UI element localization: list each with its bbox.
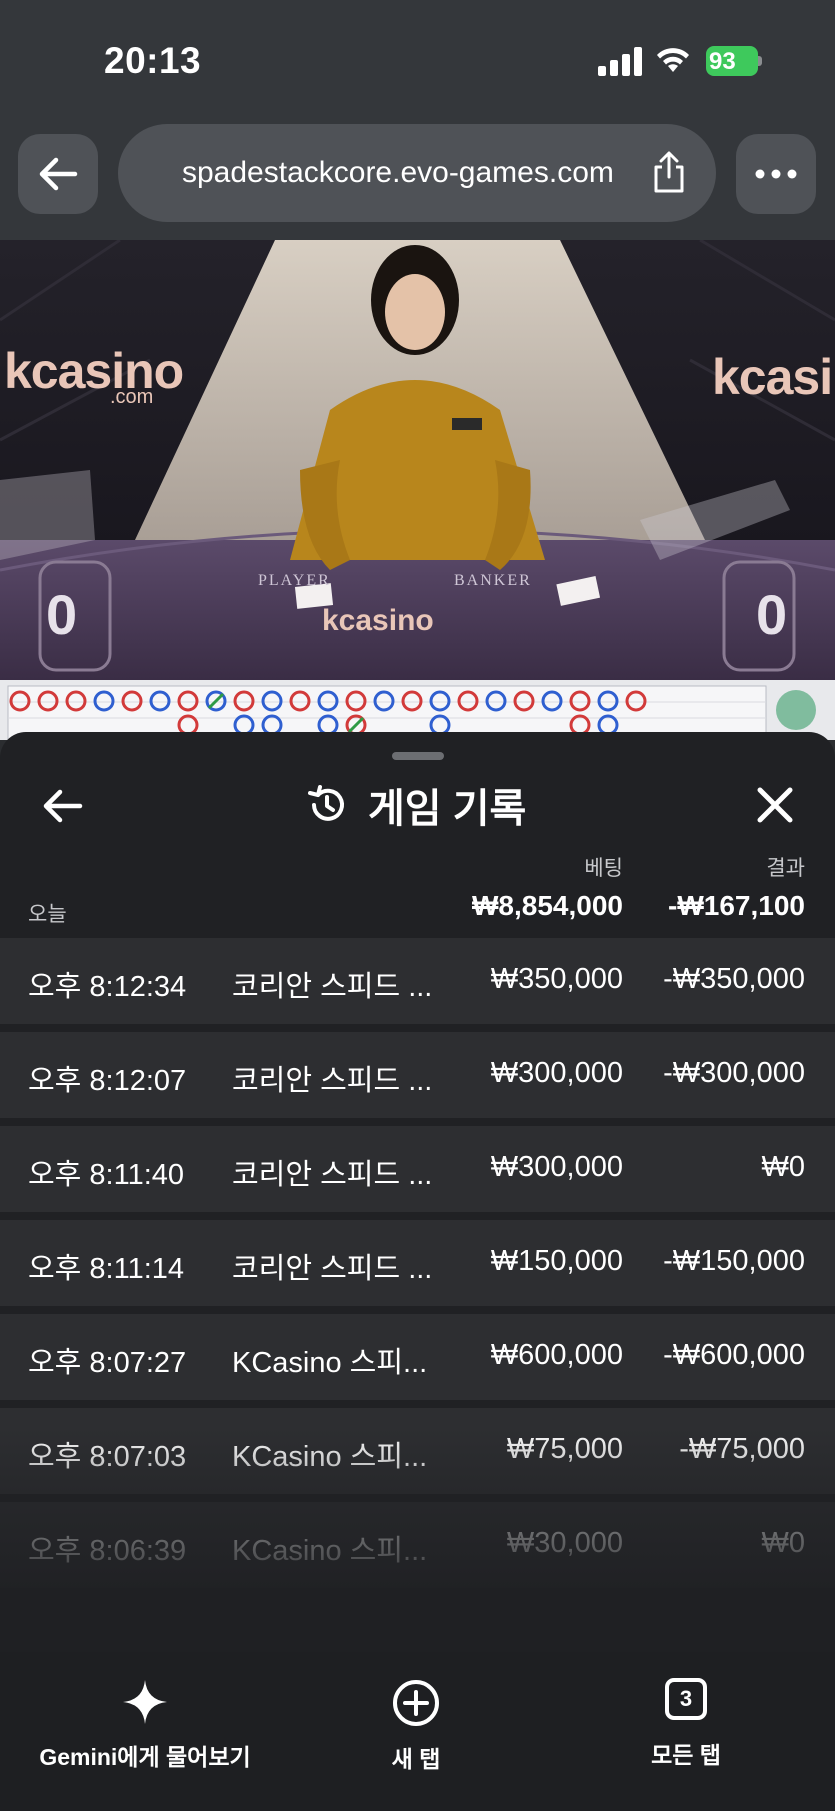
row-bet: ₩30,000 [506, 1527, 623, 1559]
wifi-icon [657, 48, 689, 72]
row-result: -₩600,000 [663, 1339, 805, 1371]
status-bar: 20:13 93 [0, 0, 835, 120]
all-tabs-label: 모든 탭 [651, 1742, 721, 1768]
address-bar[interactable]: spadestackcore.evo-games.com [118, 124, 716, 222]
tabs-icon: 3 [665, 1678, 707, 1720]
bead-road [0, 680, 835, 741]
row-time: 오후 8:12:34 [28, 971, 187, 1003]
row-time: 오후 8:07:03 [28, 1441, 187, 1473]
total-result: -₩167,100 [668, 890, 805, 921]
row-bet: ₩75,000 [506, 1433, 623, 1465]
column-header-bet: 베팅 [584, 857, 623, 880]
row-game: KCasino 스피... [232, 1441, 428, 1473]
row-time: 오후 8:07:27 [28, 1347, 187, 1379]
history-row[interactable]: 오후 8:06:39 KCasino 스피... ₩30,000 ₩0 [0, 1502, 835, 1588]
close-icon[interactable] [752, 782, 798, 828]
browser-toolbar: spadestackcore.evo-games.com [0, 120, 835, 240]
brand-logo-left: kcasino [4, 343, 184, 399]
row-game: KCasino 스피... [232, 1535, 428, 1567]
sheet-title: 게임 기록 [368, 787, 527, 831]
row-time: 오후 8:11:14 [28, 1253, 185, 1285]
sheet-header: 게임 기록 [306, 776, 526, 834]
brand-logo-left-sub: .com [110, 386, 154, 408]
row-time: 오후 8:11:40 [28, 1159, 185, 1191]
row-bet: ₩300,000 [490, 1057, 623, 1089]
share-icon[interactable] [648, 150, 690, 194]
row-result: -₩150,000 [663, 1245, 805, 1277]
history-row[interactable]: 오후 8:07:27 KCasino 스피... ₩600,000 -₩600,… [0, 1314, 835, 1400]
new-tab-label: 새 탭 [391, 1746, 441, 1772]
row-result: -₩350,000 [663, 963, 805, 995]
browser-menu-button[interactable] [736, 134, 816, 214]
row-game: 코리안 스피드 ... [232, 971, 433, 1003]
status-time: 20:13 [104, 40, 202, 81]
row-bet: ₩300,000 [490, 1151, 623, 1183]
table-brand-logo: kcasino [322, 604, 434, 637]
row-time: 오후 8:06:39 [28, 1535, 187, 1567]
banker-label: BANKER [454, 572, 532, 589]
brand-logo-right: kcasino [712, 349, 835, 405]
row-result: ₩0 [761, 1151, 806, 1183]
browser-back-button[interactable] [18, 134, 98, 214]
row-bet: ₩150,000 [490, 1245, 623, 1277]
history-list: 오후 8:12:34 코리안 스피드 ... ₩350,000 -₩350,00… [0, 938, 835, 1596]
history-row[interactable]: 오후 8:11:14 코리안 스피드 ... ₩150,000 -₩150,00… [0, 1220, 835, 1306]
row-game: 코리안 스피드 ... [232, 1253, 433, 1285]
url-text: spadestackcore.evo-games.com [182, 156, 614, 189]
row-bet: ₩350,000 [490, 963, 623, 995]
more-dots-icon [755, 169, 797, 179]
cellular-signal-icon [598, 46, 642, 76]
plus-circle-icon [393, 1680, 439, 1726]
today-label: 오늘 [28, 903, 67, 926]
arrow-left-icon [39, 157, 78, 191]
row-result: -₩75,000 [679, 1433, 805, 1465]
history-row[interactable]: 오후 8:12:07 코리안 스피드 ... ₩300,000 -₩300,00… [0, 1032, 835, 1118]
bead-road-grid [7, 685, 816, 741]
live-dealer-video[interactable]: kcasino .com kcasino PLAYER BANKER kcasi… [0, 240, 835, 680]
history-row[interactable]: 오후 8:07:03 KCasino 스피... ₩75,000 -₩75,00… [0, 1408, 835, 1494]
row-result: ₩0 [761, 1527, 806, 1559]
row-game: 코리안 스피드 ... [232, 1159, 433, 1191]
new-tab-button[interactable]: 새 탭 [346, 1678, 486, 1774]
row-time: 오후 8:12:07 [28, 1065, 187, 1097]
gemini-button[interactable]: Gemini에게 물어보기 [39, 1678, 251, 1772]
all-tabs-button[interactable]: 3 모든 탭 [626, 1678, 746, 1770]
row-bet: ₩600,000 [490, 1339, 623, 1371]
browser-bottom-toolbar: Gemini에게 물어보기 새 탭 3 모든 탭 [0, 1652, 835, 1811]
row-game: 코리안 스피드 ... [232, 1065, 433, 1097]
column-header-result: 결과 [766, 857, 805, 880]
gemini-label: Gemini에게 물어보기 [39, 1744, 251, 1770]
row-game: KCasino 스피... [232, 1347, 428, 1379]
sheet-back-button[interactable] [38, 782, 86, 830]
battery-icon: 93 [706, 46, 762, 76]
player-score: 0 [46, 583, 78, 646]
battery-level: 93 [709, 48, 736, 75]
history-row[interactable]: 오후 8:11:40 코리안 스피드 ... ₩300,000 ₩0 [0, 1126, 835, 1212]
total-bet: ₩8,854,000 [472, 890, 623, 921]
banker-score: 0 [756, 583, 788, 646]
player-label: PLAYER [258, 572, 331, 589]
sheet-grabber[interactable] [392, 752, 444, 760]
game-history-sheet: 게임 기록 베팅 결과 오늘 ₩8,854,000 -₩167,100 오후 8… [0, 732, 835, 1652]
row-result: -₩300,000 [663, 1057, 805, 1089]
history-icon [308, 785, 344, 821]
sparkle-icon [123, 1680, 167, 1724]
history-row[interactable]: 오후 8:12:34 코리안 스피드 ... ₩350,000 -₩350,00… [0, 938, 835, 1024]
arrow-left-icon [43, 789, 83, 823]
